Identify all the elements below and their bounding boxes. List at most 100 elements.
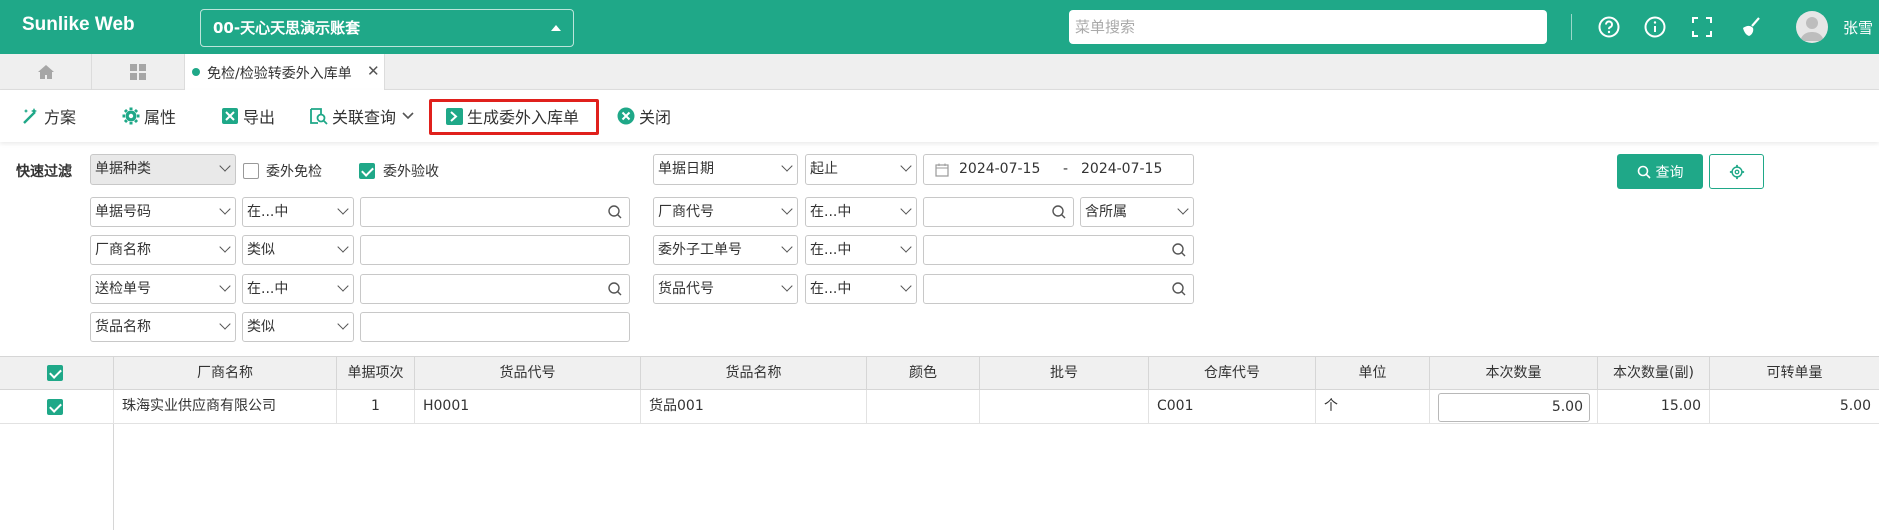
chevron-down-icon <box>337 203 349 215</box>
product-name-input[interactable] <box>360 312 630 342</box>
search-icon[interactable] <box>1171 242 1187 258</box>
column-header[interactable]: 本次数量(副) <box>1598 357 1710 390</box>
table-cell[interactable] <box>867 390 980 424</box>
filter-op-select[interactable]: 在...中 <box>805 197 917 227</box>
row-select-cell[interactable] <box>0 390 114 424</box>
export-button[interactable]: 导出 <box>221 104 275 128</box>
chevron-down-icon <box>402 112 414 120</box>
tab-home[interactable] <box>0 54 92 90</box>
filter-op-value: 在...中 <box>247 204 289 220</box>
home-icon <box>38 65 54 79</box>
top-bar: Sunlike Web 00-天心天思演示账套 张雪 <box>0 0 1879 54</box>
column-header[interactable]: 厂商名称 <box>114 357 337 390</box>
table-cell[interactable]: 货品001 <box>641 390 867 424</box>
chevron-down-icon <box>781 160 793 172</box>
date-mode-select[interactable]: 起止 <box>805 154 917 185</box>
column-header[interactable]: 仓库代号 <box>1149 357 1316 390</box>
column-header[interactable]: 颜色 <box>867 357 980 390</box>
doc-type-value: 单据种类 <box>95 161 151 177</box>
exempt-checkbox[interactable] <box>243 163 259 179</box>
chevron-down-icon <box>900 241 912 253</box>
table-cell[interactable]: H0001 <box>415 390 641 424</box>
column-header[interactable]: 货品代号 <box>415 357 641 390</box>
broom-icon[interactable] <box>1738 14 1764 40</box>
filter-op-select[interactable]: 类似 <box>242 235 354 265</box>
chevron-down-icon <box>219 318 231 330</box>
column-header[interactable]: 批号 <box>980 357 1149 390</box>
doc-no-input[interactable] <box>360 197 630 227</box>
table-cell[interactable]: C001 <box>1149 390 1316 424</box>
filter-field-select[interactable]: 厂商名称 <box>90 235 236 265</box>
sub-order-no-input[interactable] <box>923 235 1194 265</box>
menu-search-input[interactable] <box>1069 10 1547 44</box>
table-cell[interactable]: 1 <box>337 390 415 424</box>
product-code-input[interactable] <box>923 274 1194 304</box>
quantity-input[interactable]: 5.00 <box>1438 393 1590 422</box>
account-selector[interactable]: 00-天心天思演示账套 <box>200 9 574 47</box>
filter-op-select[interactable]: 类似 <box>242 312 354 342</box>
table-cell[interactable]: 5.00 <box>1710 390 1879 424</box>
filter-field-select[interactable]: 货品名称 <box>90 312 236 342</box>
filter-field-value: 厂商名称 <box>95 242 151 258</box>
properties-button[interactable]: 属性 <box>122 104 176 128</box>
close-label: 关闭 <box>639 108 672 127</box>
filter-op-select[interactable]: 在...中 <box>805 235 917 265</box>
include-sub-select[interactable]: 含所属 <box>1080 197 1194 227</box>
help-icon[interactable] <box>1596 14 1622 40</box>
doc-type-select[interactable]: 单据种类 <box>90 154 236 185</box>
filter-field-select[interactable]: 货品代号 <box>653 274 798 304</box>
close-icon[interactable]: ✕ <box>367 62 380 80</box>
search-icon[interactable] <box>607 204 623 220</box>
date-range-input[interactable]: 2024-07-15 - 2024-07-15 <box>923 154 1194 185</box>
doc-date-select[interactable]: 单据日期 <box>653 154 798 185</box>
info-icon[interactable] <box>1642 14 1668 40</box>
filter-op-value: 在...中 <box>810 204 852 220</box>
chevron-down-icon <box>337 318 349 330</box>
row-checkbox[interactable] <box>47 399 63 415</box>
column-header[interactable]: 单据项次 <box>337 357 415 390</box>
caret-up-icon <box>551 25 561 31</box>
table-cell[interactable]: 15.00 <box>1598 390 1710 424</box>
column-header[interactable]: 可转单量 <box>1710 357 1879 390</box>
filter-op-select[interactable]: 在...中 <box>805 274 917 304</box>
chevron-down-icon <box>900 203 912 215</box>
column-header[interactable]: 本次数量 <box>1430 357 1598 390</box>
accept-checkbox[interactable] <box>359 163 375 179</box>
column-header[interactable]: 单位 <box>1316 357 1430 390</box>
search-icon[interactable] <box>607 281 623 297</box>
query-button[interactable]: 查询 <box>1617 154 1703 189</box>
filter-field-select[interactable]: 送检单号 <box>90 274 236 304</box>
avatar[interactable] <box>1796 11 1828 43</box>
excel-icon <box>222 108 238 124</box>
filter-op-select[interactable]: 在...中 <box>242 197 354 227</box>
tab-exempt-to-outsource-receipt[interactable]: 免检/检验转委外入库单 ✕ <box>185 54 385 91</box>
vendor-code-input[interactable] <box>923 197 1074 227</box>
exempt-label: 委外免检 <box>266 164 322 180</box>
filter-settings-button[interactable] <box>1709 154 1764 189</box>
filter-field-value: 货品代号 <box>658 281 714 297</box>
search-icon[interactable] <box>1051 204 1067 220</box>
select-all-checkbox[interactable] <box>47 365 63 381</box>
generate-outsource-receipt-button[interactable]: 生成委外入库单 <box>446 104 579 128</box>
table-cell[interactable]: 个 <box>1316 390 1430 424</box>
fullscreen-icon[interactable] <box>1689 14 1715 40</box>
table-cell[interactable] <box>980 390 1149 424</box>
close-button[interactable]: 关闭 <box>617 104 671 128</box>
vendor-name-input[interactable] <box>360 235 630 265</box>
doc-date-value: 单据日期 <box>658 161 714 177</box>
column-header[interactable]: 货品名称 <box>641 357 867 390</box>
tab-grid[interactable] <box>92 54 185 90</box>
filter-field-select[interactable]: 厂商代号 <box>653 197 798 227</box>
export-label: 导出 <box>243 108 276 127</box>
filter-field-select[interactable]: 委外子工单号 <box>653 235 798 265</box>
scheme-button[interactable]: 方案 <box>22 104 76 128</box>
filter-field-select[interactable]: 单据号码 <box>90 197 236 227</box>
search-icon[interactable] <box>1171 281 1187 297</box>
filter-op-value: 在...中 <box>247 281 289 297</box>
header-select-all[interactable] <box>0 357 114 390</box>
related-query-button[interactable]: 关联查询 <box>309 104 418 128</box>
filter-op-select[interactable]: 在...中 <box>242 274 354 304</box>
user-name[interactable]: 张雪 <box>1843 17 1873 38</box>
table-cell[interactable]: 珠海实业供应商有限公司 <box>114 390 337 424</box>
inspection-no-input[interactable] <box>360 274 630 304</box>
